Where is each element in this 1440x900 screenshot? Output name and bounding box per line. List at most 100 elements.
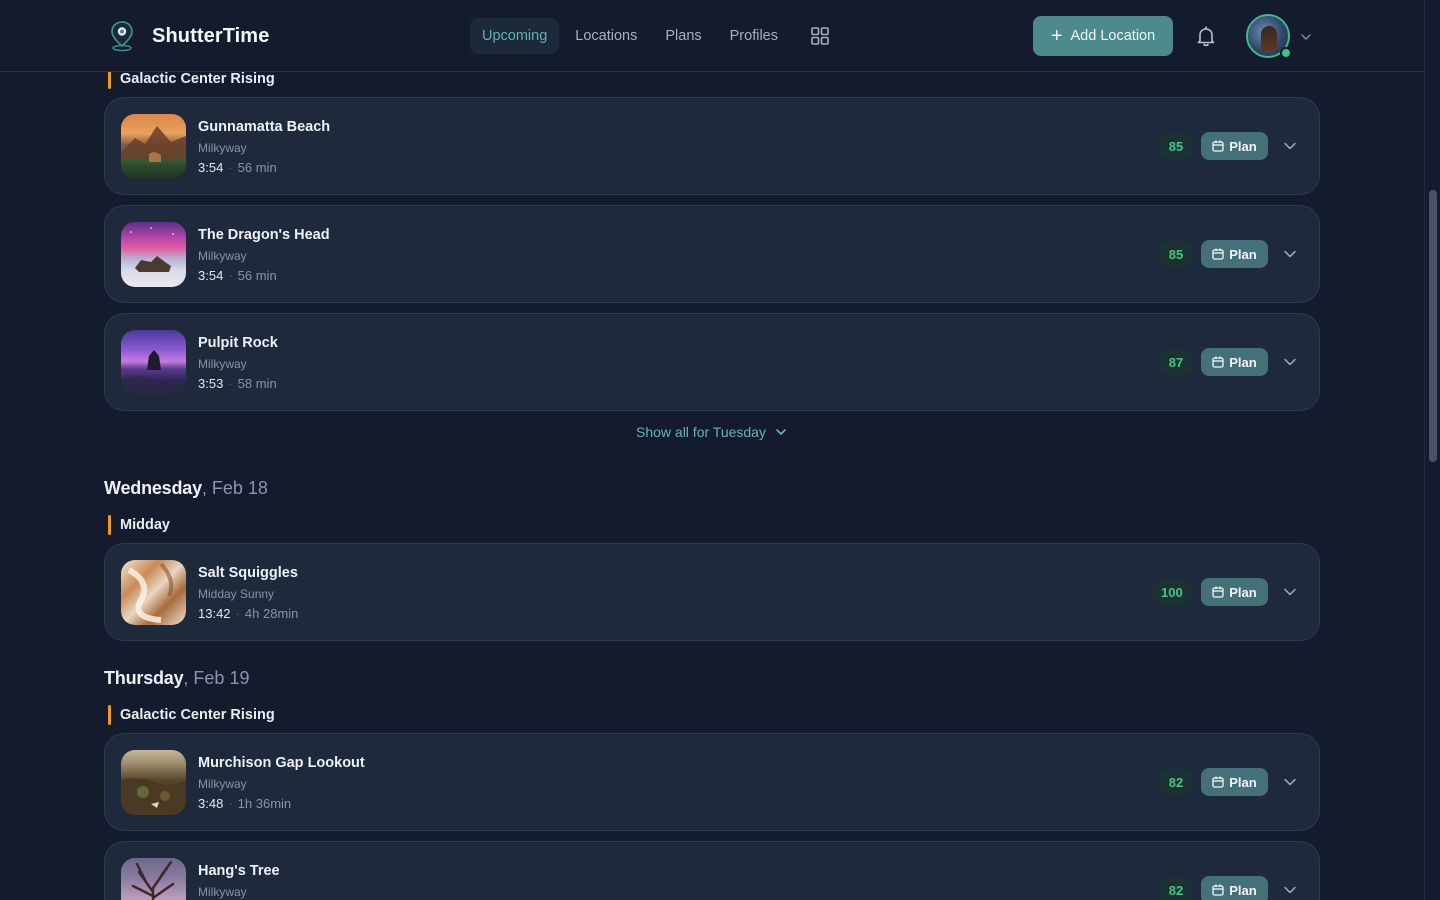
event-duration: 4h 28min	[244, 606, 299, 621]
plan-label: Plan	[1229, 882, 1257, 898]
location-card[interactable]: Hang's Tree Milkyway 82 Plan	[104, 841, 1320, 900]
score-badge: 85	[1160, 133, 1192, 159]
location-title: Hang's Tree	[198, 863, 280, 879]
event-duration: 1h 36min	[237, 796, 292, 811]
location-subtitle: Milkyway	[198, 885, 247, 899]
score-badge: 87	[1160, 349, 1192, 375]
top-header: ShutterTime Upcoming Locations Plans Pro…	[0, 0, 1424, 72]
location-thumbnail	[121, 114, 186, 179]
score-badge: 82	[1160, 877, 1192, 900]
scrollbar-thumb[interactable]	[1429, 190, 1437, 462]
user-avatar-button[interactable]	[1246, 14, 1292, 60]
location-title: Pulpit Rock	[198, 335, 278, 351]
main-nav: Upcoming Locations Plans Profiles	[470, 18, 838, 54]
add-location-label: Add Location	[1070, 28, 1156, 44]
location-thumbnail	[121, 330, 186, 395]
time-meta: 3:54 · 56 min	[198, 268, 277, 283]
show-all-label: Show all for Tuesday	[636, 424, 766, 440]
plan-button[interactable]: Plan	[1201, 768, 1268, 796]
nav-plans[interactable]: Plans	[653, 18, 713, 54]
location-pin-logo-icon	[111, 21, 133, 52]
location-thumbnail	[121, 222, 186, 287]
location-subtitle: Milkyway	[198, 141, 247, 155]
add-location-button[interactable]: + Add Location	[1033, 16, 1173, 56]
plan-button[interactable]: Plan	[1201, 578, 1268, 606]
score-badge: 82	[1160, 769, 1192, 795]
time-meta: 13:42 · 4h 28min	[198, 606, 299, 621]
score-badge: 100	[1153, 579, 1191, 605]
calendar-icon	[1212, 356, 1224, 368]
section-label-galactic-center: Galactic Center Rising	[108, 69, 275, 89]
event-time: 3:48	[198, 796, 224, 811]
event-time: 3:53	[198, 376, 224, 391]
bell-icon[interactable]	[1194, 24, 1218, 48]
chevron-down-icon[interactable]	[1283, 355, 1297, 369]
section-marker	[108, 515, 111, 535]
nav-locations[interactable]: Locations	[563, 18, 649, 54]
day-name: Wednesday	[104, 478, 202, 498]
event-time: 3:54	[198, 268, 224, 283]
brand[interactable]: ShutterTime	[108, 20, 269, 52]
location-subtitle: Milkyway	[198, 249, 247, 263]
plan-label: Plan	[1229, 246, 1257, 262]
score-badge: 85	[1160, 241, 1192, 267]
nav-upcoming[interactable]: Upcoming	[470, 18, 560, 54]
calendar-icon	[1212, 884, 1224, 896]
chevron-down-icon[interactable]	[1283, 775, 1297, 789]
location-title: Salt Squiggles	[198, 565, 298, 581]
plan-label: Plan	[1229, 584, 1257, 600]
location-subtitle: Milkyway	[198, 357, 247, 371]
event-time: 3:54	[198, 160, 224, 175]
plan-button[interactable]: Plan	[1201, 240, 1268, 268]
nav-profiles[interactable]: Profiles	[718, 18, 790, 54]
section-label-text: Midday	[120, 517, 170, 533]
section-label-text: Galactic Center Rising	[120, 71, 275, 87]
plan-label: Plan	[1229, 354, 1257, 370]
plus-icon: +	[1050, 25, 1063, 47]
chevron-down-icon[interactable]	[1283, 585, 1297, 599]
page-scrollbar[interactable]	[1424, 0, 1440, 900]
location-subtitle: Midday Sunny	[198, 587, 275, 601]
plan-button[interactable]: Plan	[1201, 348, 1268, 376]
location-title: Murchison Gap Lookout	[198, 755, 365, 771]
day-name: Thursday	[104, 668, 184, 688]
chevron-down-icon[interactable]	[1283, 883, 1297, 897]
time-meta: 3:53 · 58 min	[198, 376, 277, 391]
chevron-down-icon[interactable]	[1283, 247, 1297, 261]
location-card[interactable]: Gunnamatta Beach Milkyway 3:54 · 56 min 85…	[104, 97, 1320, 195]
day-heading-thursday: Thursday, Feb 19	[104, 668, 249, 689]
day-heading-wednesday: Wednesday, Feb 18	[104, 478, 268, 499]
plan-label: Plan	[1229, 138, 1257, 154]
calendar-icon	[1212, 586, 1224, 598]
chevron-down-icon[interactable]	[1299, 30, 1313, 44]
day-date: , Feb 19	[183, 668, 250, 688]
section-label-galactic-center: Galactic Center Rising	[108, 705, 275, 725]
time-meta: 3:54 · 56 min	[198, 160, 277, 175]
section-label-midday: Midday	[108, 515, 170, 535]
chevron-down-icon[interactable]	[1283, 139, 1297, 153]
location-subtitle: Milkyway	[198, 777, 247, 791]
event-duration: 56 min	[237, 268, 277, 283]
day-date: , Feb 18	[201, 478, 268, 498]
grid-icon	[811, 27, 829, 45]
location-card[interactable]: Salt Squiggles Midday Sunny 13:42 · 4h 28m…	[104, 543, 1320, 641]
chevron-down-icon	[776, 429, 786, 435]
section-marker	[108, 69, 111, 89]
plan-button[interactable]: Plan	[1201, 132, 1268, 160]
online-status-dot	[1280, 47, 1292, 59]
location-thumbnail	[121, 560, 186, 625]
plan-label: Plan	[1229, 774, 1257, 790]
apps-grid-button[interactable]	[802, 18, 838, 54]
location-thumbnail	[121, 750, 186, 815]
event-time: 13:42	[198, 606, 231, 621]
calendar-icon	[1212, 248, 1224, 260]
location-card[interactable]: Murchison Gap Lookout Milkyway 3:48 · 1h 3…	[104, 733, 1320, 831]
location-card[interactable]: The Dragon's Head Milkyway 3:54 · 56 min 8…	[104, 205, 1320, 303]
section-label-text: Galactic Center Rising	[120, 707, 275, 723]
event-duration: 56 min	[237, 160, 277, 175]
section-marker	[108, 705, 111, 725]
show-all-tuesday-link[interactable]: Show all for Tuesday	[636, 424, 787, 440]
location-card[interactable]: Pulpit Rock Milkyway 3:53 · 58 min 87 Plan	[104, 313, 1320, 411]
plan-button[interactable]: Plan	[1201, 876, 1268, 900]
location-thumbnail	[121, 858, 186, 900]
